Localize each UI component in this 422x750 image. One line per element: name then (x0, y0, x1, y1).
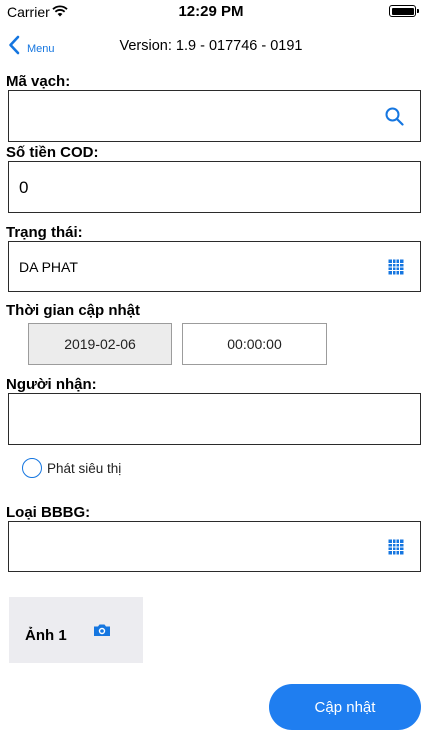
supermarket-delivery-label: Phát siêu thị (47, 460, 122, 476)
grid-picker-icon[interactable] (388, 259, 404, 280)
camera-icon[interactable] (93, 623, 111, 642)
time-picker[interactable]: 00:00:00 (182, 323, 327, 365)
cod-label: Số tiền COD: (6, 144, 99, 161)
update-button[interactable]: Cập nhật (269, 684, 421, 730)
recipient-field[interactable] (8, 393, 421, 445)
photo-card[interactable]: Ảnh 1 (9, 597, 143, 663)
date-picker[interactable]: 2019-02-06 (28, 323, 172, 365)
grid-picker-icon[interactable] (388, 539, 404, 560)
cod-value: 0 (19, 178, 29, 197)
status-label: Trạng thái: (6, 224, 83, 241)
cod-field[interactable]: 0 (8, 161, 421, 213)
clock: 12:29 PM (178, 3, 244, 20)
status-value: DA PHAT (19, 259, 78, 275)
page-title: Version: 1.9 - 017746 - 0191 (119, 38, 303, 54)
update-time-label: Thời gian cập nhật (6, 302, 141, 319)
bbbg-type-label: Loại BBBG: (6, 504, 91, 521)
status-bar: Carrier 12:29 PM (0, 0, 422, 22)
status-field[interactable]: DA PHAT (8, 241, 421, 292)
search-icon[interactable] (385, 107, 404, 131)
recipient-label: Người nhận: (6, 376, 97, 393)
photo-label: Ảnh 1 (25, 627, 67, 644)
bbbg-type-field[interactable] (8, 521, 421, 572)
radio-button[interactable] (22, 458, 42, 478)
barcode-field[interactable] (8, 90, 421, 142)
nav-bar: Menu Version: 1.9 - 017746 - 0191 (0, 28, 422, 64)
barcode-label: Mã vạch: (6, 73, 71, 90)
battery-icon (389, 5, 419, 17)
supermarket-delivery-option[interactable]: Phát siêu thị (22, 458, 121, 478)
